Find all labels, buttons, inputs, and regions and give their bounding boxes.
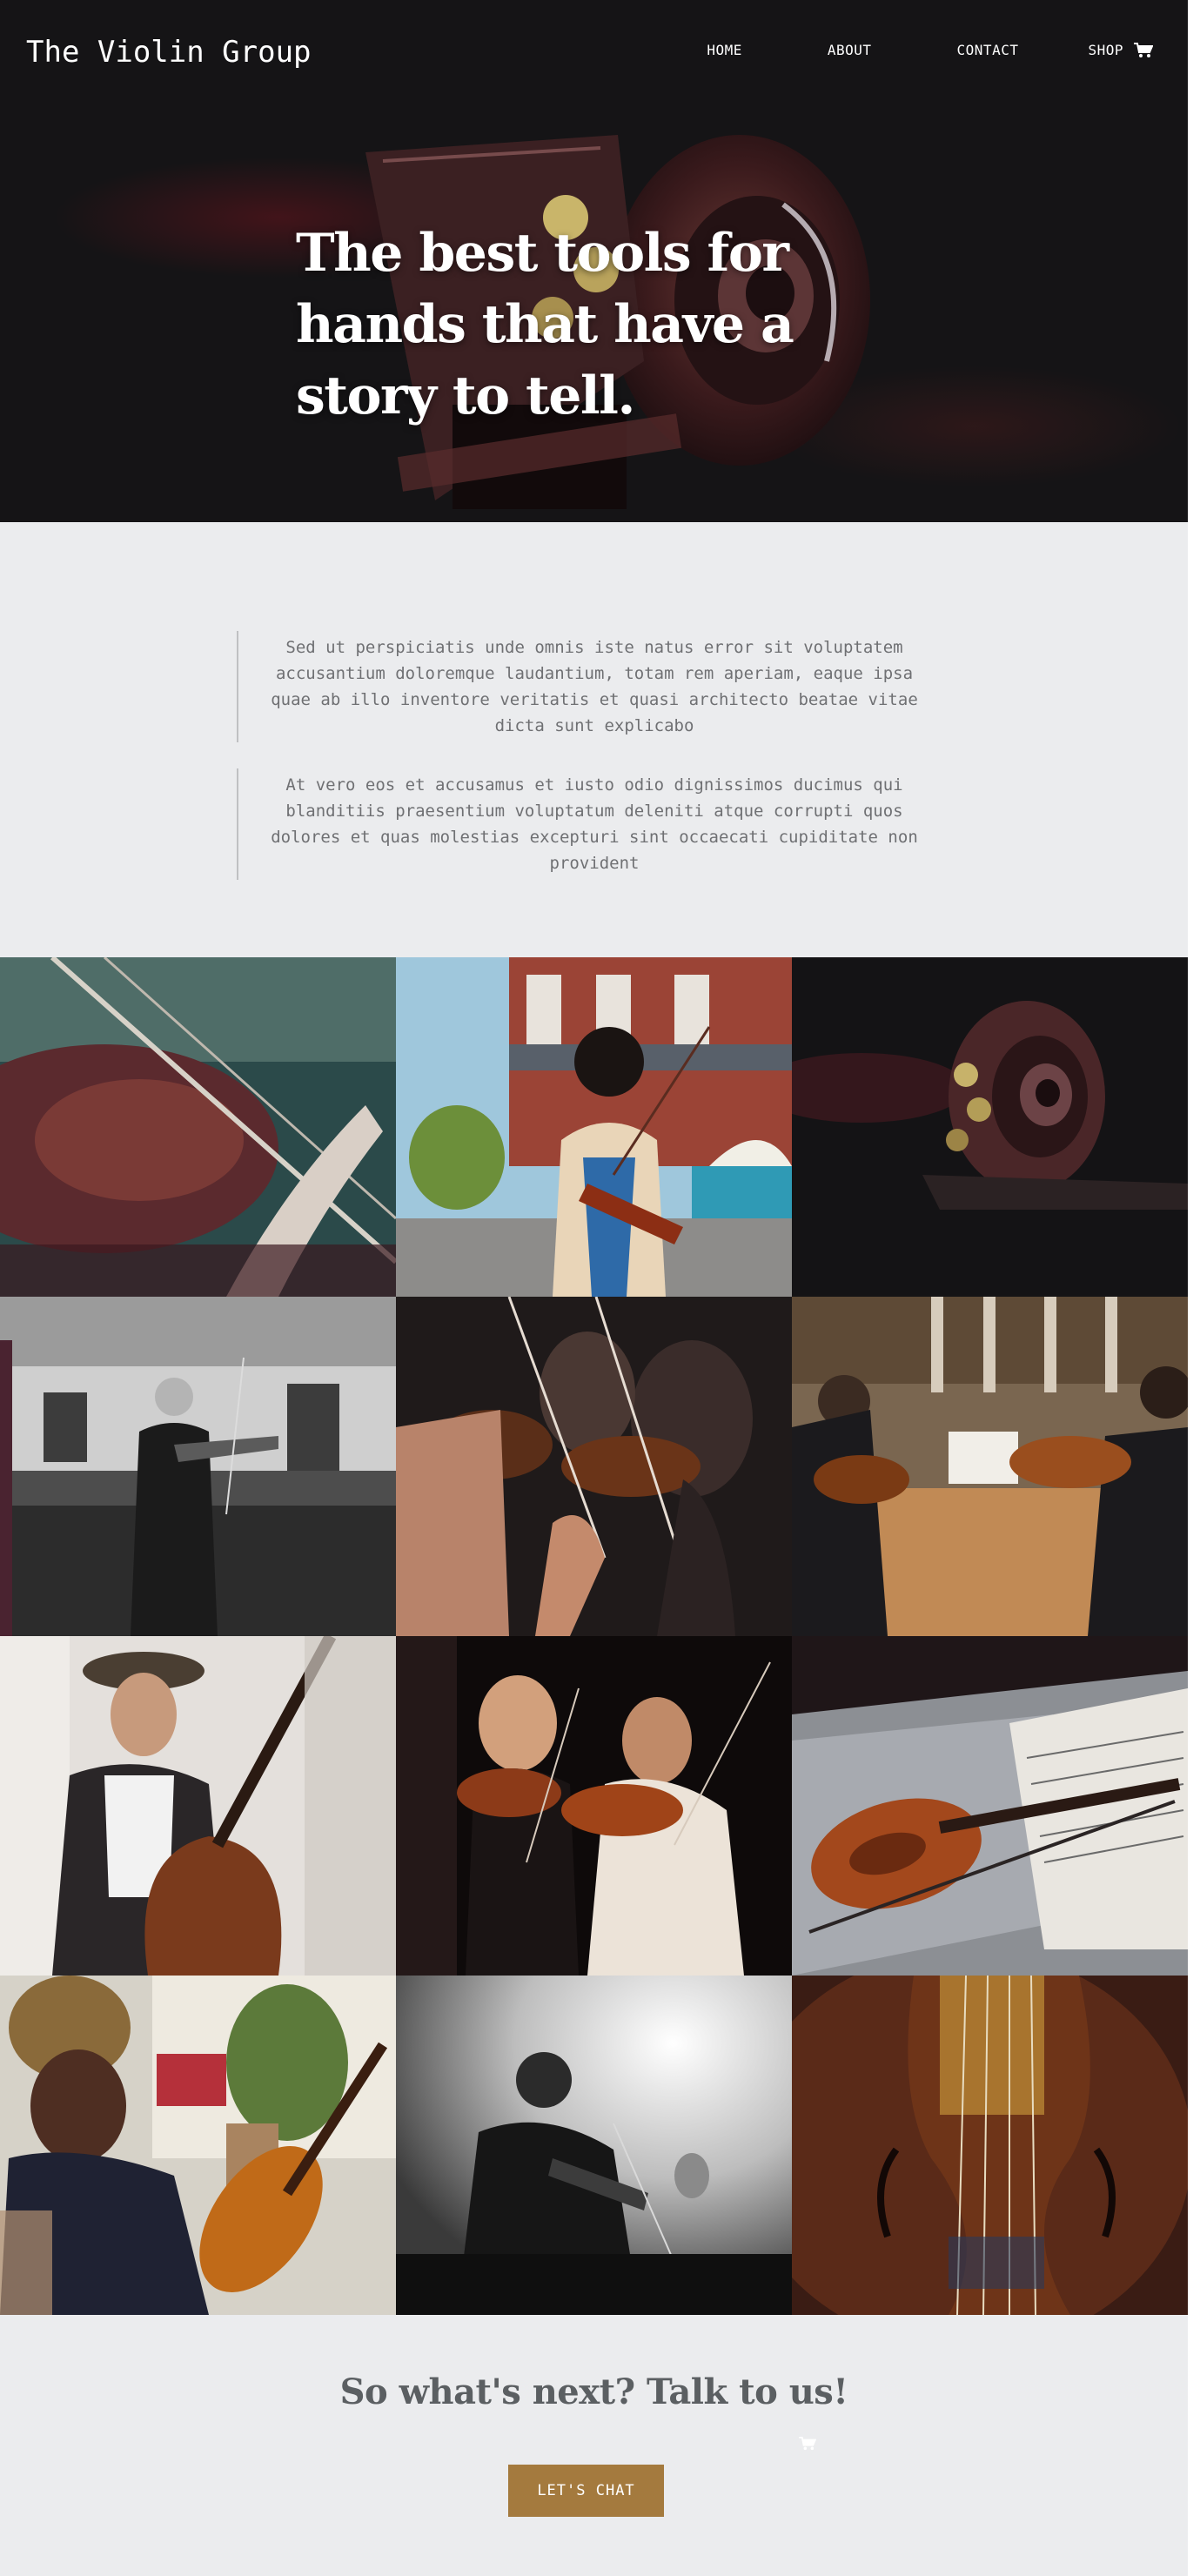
gallery-tile[interactable]	[0, 1976, 396, 2315]
gallery-tile[interactable]	[792, 1976, 1188, 2315]
gallery-tile[interactable]	[396, 957, 792, 1297]
hero-title: The best tools for hands that have a sto…	[296, 223, 794, 426]
gallery-tile[interactable]	[0, 1636, 396, 1976]
brand-logo[interactable]: The Violin Group	[26, 35, 312, 70]
woman-with-violin-photo	[0, 1976, 396, 2315]
violin-body-closeup-photo	[792, 1976, 1188, 2315]
nav-about[interactable]: ABOUT	[828, 42, 872, 58]
intro-section: Sed ut perspiciatis unde omnis iste natu…	[237, 631, 950, 880]
nav-shop[interactable]: SHOP	[1088, 42, 1123, 58]
main-nav: HOME ABOUT CONTACT SHOP	[707, 42, 1153, 58]
violin-scroll-photo	[792, 957, 1188, 1297]
violinist-stage-light-photo	[396, 1976, 792, 2315]
shopping-cart-icon	[799, 2437, 816, 2451]
elderly-violinist-photo	[0, 1297, 396, 1636]
nav-shop-group: SHOP	[1088, 42, 1153, 58]
nav-home[interactable]: HOME	[707, 42, 742, 58]
violin-closeup-photo	[0, 957, 396, 1297]
hero-section: The Violin Group HOME ABOUT CONTACT SHOP…	[0, 0, 1188, 522]
gallery-tile[interactable]	[792, 1636, 1188, 1976]
gallery-tile[interactable]	[396, 1976, 792, 2315]
lets-chat-button[interactable]: LET'S CHAT	[508, 2465, 664, 2517]
gallery-tile[interactable]	[792, 957, 1188, 1297]
gallery-tile[interactable]	[0, 1297, 396, 1636]
violin-duo-photo	[396, 1636, 792, 1976]
shopping-cart-icon[interactable]	[1134, 42, 1153, 58]
photo-gallery	[0, 957, 1188, 2315]
gallery-tile[interactable]	[792, 1297, 1188, 1636]
page: The Violin Group HOME ABOUT CONTACT SHOP…	[0, 0, 1188, 2576]
nav-contact[interactable]: CONTACT	[957, 42, 1019, 58]
orchestra-hall-photo	[792, 1297, 1188, 1636]
gallery-tile[interactable]	[396, 1297, 792, 1636]
gallery-tile[interactable]	[396, 1636, 792, 1976]
intro-paragraph: At vero eos et accusamus et iusto odio d…	[237, 768, 950, 880]
gallery-tile[interactable]	[0, 957, 396, 1297]
violin-on-sheet-music-photo	[792, 1636, 1188, 1976]
double-bass-player-photo	[0, 1636, 396, 1976]
street-violinist-photo	[396, 957, 792, 1297]
intro-paragraph: Sed ut perspiciatis unde omnis iste natu…	[237, 631, 950, 742]
cta-title: So what's next? Talk to us!	[339, 2371, 848, 2412]
string-section-photo	[396, 1297, 792, 1636]
